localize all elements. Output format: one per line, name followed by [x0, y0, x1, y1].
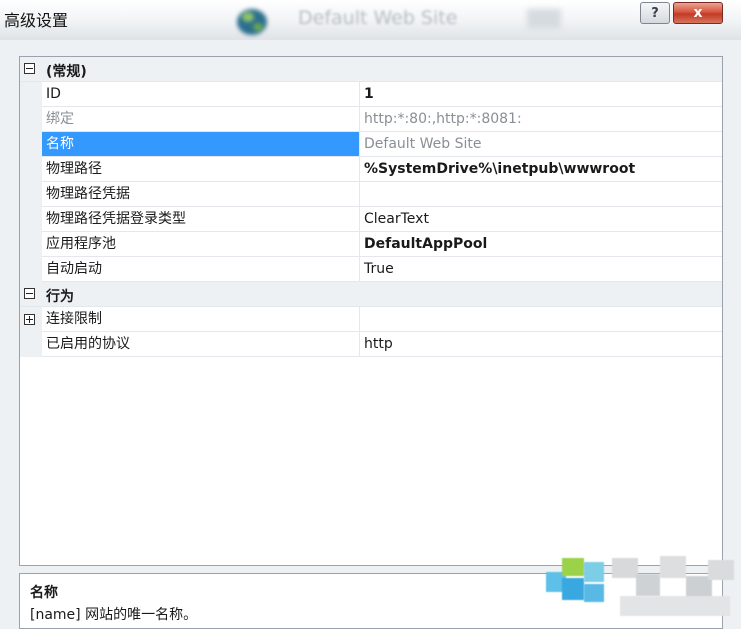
row-gutter: [20, 257, 42, 282]
property-row-id[interactable]: ID 1: [20, 82, 722, 107]
property-name: 自动启动: [46, 261, 102, 277]
property-row-limits[interactable]: 连接限制: [20, 307, 722, 332]
category-general[interactable]: (常规): [20, 57, 722, 82]
property-row-app-pool[interactable]: 应用程序池 DefaultAppPool: [20, 232, 722, 257]
row-gutter: [20, 157, 42, 182]
globe-icon: [237, 9, 267, 35]
category-label: (常规): [46, 64, 87, 80]
property-row-credentials[interactable]: 物理路径凭据: [20, 182, 722, 207]
row-gutter: [20, 182, 42, 207]
property-grid[interactable]: (常规) ID 1 绑定 http:*:80:,http:*:8081: 名称 …: [19, 56, 723, 566]
column-divider: [359, 182, 360, 206]
close-button[interactable]: x: [673, 2, 723, 24]
row-gutter: [20, 207, 42, 232]
property-name: 物理路径凭据登录类型: [46, 211, 186, 227]
property-name: 名称: [42, 132, 359, 156]
category-label: 行为: [46, 289, 74, 305]
property-value[interactable]: DefaultAppPool: [364, 232, 487, 256]
dialog-body: (常规) ID 1 绑定 http:*:80:,http:*:8081: 名称 …: [0, 40, 741, 629]
property-name: 绑定: [46, 111, 74, 127]
property-name: 应用程序池: [46, 236, 116, 252]
property-value[interactable]: http:*:80:,http:*:8081:: [364, 107, 522, 131]
property-value[interactable]: %SystemDrive%\inetpub\wwwroot: [364, 157, 635, 181]
column-divider: [359, 332, 360, 356]
description-title: 名称: [30, 585, 58, 601]
column-divider: [359, 207, 360, 231]
property-name: ID: [46, 86, 61, 102]
watermark-logo: [540, 550, 740, 629]
row-gutter: [20, 107, 42, 132]
column-divider: [359, 107, 360, 131]
site-name-title: Default Web Site: [298, 7, 458, 29]
property-row-protocols[interactable]: 已启用的协议 http: [20, 332, 722, 357]
collapse-icon[interactable]: [24, 63, 35, 74]
column-divider: [359, 232, 360, 256]
property-row-name[interactable]: 名称 Default Web Site: [20, 132, 722, 157]
row-gutter: [20, 132, 42, 157]
title-bar: 高级设置 Default Web Site ? x: [0, 0, 741, 40]
property-value[interactable]: http: [364, 332, 393, 356]
property-row-physical-path[interactable]: 物理路径 %SystemDrive%\inetpub\wwwroot: [20, 157, 722, 182]
row-gutter: [20, 82, 42, 107]
property-name: 已启用的协议: [46, 336, 130, 352]
column-divider: [359, 307, 360, 331]
column-divider: [359, 257, 360, 281]
row-gutter: [20, 232, 42, 257]
property-row-logon-type[interactable]: 物理路径凭据登录类型 ClearText: [20, 207, 722, 232]
help-button[interactable]: ?: [640, 2, 670, 24]
description-text: [name] 网站的唯一名称。: [30, 607, 198, 623]
property-row-bindings[interactable]: 绑定 http:*:80:,http:*:8081:: [20, 107, 722, 132]
property-name: 物理路径: [46, 161, 102, 177]
property-value[interactable]: ClearText: [364, 207, 429, 231]
help-icon: ?: [651, 6, 659, 21]
property-row-auto-start[interactable]: 自动启动 True: [20, 257, 722, 282]
window-title: 高级设置: [4, 11, 69, 30]
expand-icon[interactable]: [24, 314, 35, 325]
property-value[interactable]: True: [364, 257, 394, 281]
property-value[interactable]: Default Web Site: [364, 132, 481, 156]
column-divider: [359, 132, 360, 156]
property-value[interactable]: 1: [364, 82, 374, 106]
column-divider: [359, 82, 360, 106]
close-icon: x: [693, 5, 703, 21]
property-name: 物理路径凭据: [46, 186, 130, 202]
column-divider: [359, 157, 360, 181]
title-blur-patch: [527, 9, 561, 29]
property-name: 连接限制: [46, 311, 102, 327]
collapse-icon[interactable]: [24, 288, 35, 299]
row-gutter: [20, 307, 42, 332]
category-behavior[interactable]: 行为: [20, 282, 722, 307]
row-gutter: [20, 332, 42, 357]
